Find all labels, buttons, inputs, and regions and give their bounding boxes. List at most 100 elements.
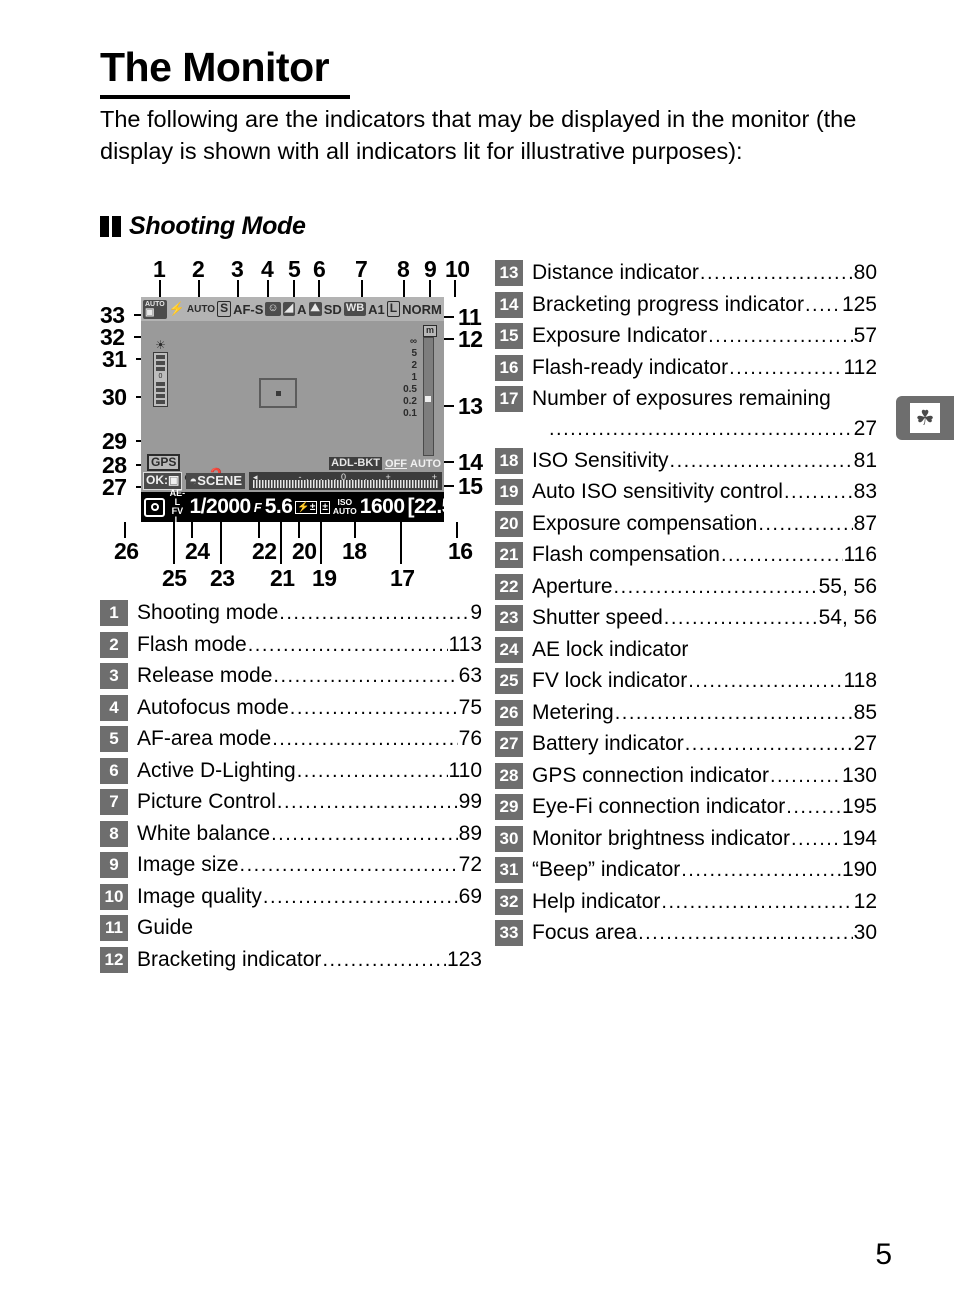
index-entry-label: Picture Control — [137, 790, 276, 813]
index-number-badge: 25 — [495, 668, 523, 694]
index-row: 31 “Beep” indicator......................… — [495, 855, 877, 885]
index-row: 27 Battery indicator.....................… — [495, 729, 877, 759]
monitor-diagram: 1 2 3 4 5 6 7 8 9 10 33 32 31 30 29 28 2… — [100, 258, 492, 590]
index-leader-dots: ........................................… — [804, 293, 841, 316]
index-row: 25 FV lock indicator.....................… — [495, 666, 877, 696]
index-entry: Number of exposures remaining...........… — [532, 384, 877, 444]
callout-30: 30 — [102, 384, 127, 410]
af-area-mode-icon: ☺ — [265, 302, 281, 316]
callout-9: 9 — [424, 256, 437, 282]
index-leader-dots: ........................................… — [699, 262, 853, 284]
index-number-badge: 30 — [495, 825, 523, 852]
guide-scene-button[interactable]: ◓SCENE — [186, 472, 245, 490]
leader-4 — [267, 280, 269, 297]
index-entry: Eye-Fi connection indicator.............… — [532, 792, 877, 822]
index-leader-dots: ........................................… — [663, 607, 818, 629]
index-page-number: 75 — [458, 695, 482, 719]
index-list-left: 1 Shooting mode..........................… — [100, 598, 482, 976]
index-row: 32 Help indicator........................… — [495, 887, 877, 917]
exposure-bar-graph — [253, 480, 438, 488]
callout-6: 6 — [313, 256, 326, 282]
distance-tick-2: 2 — [411, 360, 417, 371]
callout-18: 18 — [342, 538, 367, 564]
index-leader-dots: ........................................… — [289, 696, 458, 719]
index-page-number: 195 — [841, 795, 877, 818]
index-entry: “Beep” indicator........................… — [532, 855, 877, 885]
index-leader-dots: ........................................… — [296, 759, 448, 782]
index-page-number: 130 — [841, 763, 877, 787]
index-row: 2 Flash mode.............................… — [100, 630, 482, 660]
image-quality-label: NORM — [402, 301, 442, 317]
index-entry: Image size..............................… — [137, 850, 482, 880]
index-row: 14 Bracketing progress indicator.........… — [495, 290, 877, 320]
index-page-number: 12 — [853, 889, 877, 913]
callout-16: 16 — [448, 538, 473, 564]
index-row: 19 Auto ISO sensitivity control..........… — [495, 477, 877, 507]
leader-7 — [361, 280, 363, 297]
index-entry: Guide — [137, 913, 482, 943]
index-entry: Shooting mode...........................… — [137, 598, 482, 628]
index-page-number: 54, 56 — [818, 606, 877, 629]
status-bar: AE-L FV L 1/2000 F 5.6 ⚡± ± ISO AUTO 160… — [141, 489, 444, 522]
index-entry: Flash-ready indicator...................… — [532, 353, 877, 383]
callout-10: 10 — [445, 256, 470, 282]
leader-16 — [456, 522, 458, 538]
callout-19: 19 — [312, 565, 337, 591]
top-indicator-row: AUTO ▣ ⚡ AUTO S AF-S ☺ ◢ A ⛰ SD WB A1 L … — [141, 297, 444, 321]
callout-3: 3 — [231, 256, 244, 282]
gps-connection-indicator: GPS — [147, 453, 181, 471]
callout-20: 20 — [292, 538, 317, 564]
index-page-number: 69 — [458, 884, 482, 908]
section-bullet-icon — [100, 216, 121, 237]
guide-row: OK:▣ ◓SCENE ◂ - . . . . . 0 . . . . . + + — [143, 472, 442, 490]
index-entry-label: Image size — [137, 853, 239, 876]
index-page-number: 27 — [853, 732, 877, 755]
index-entry: Bracketing progress indicator...........… — [532, 290, 877, 320]
index-page-number: 55, 56 — [818, 574, 877, 598]
index-entry-label: GPS connection indicator — [532, 763, 769, 787]
index-entry: Flash mode..............................… — [137, 630, 482, 660]
index-number-badge: 29 — [495, 794, 523, 820]
index-entry-label: AE lock indicator — [532, 637, 689, 661]
index-row: 8 White balance..........................… — [100, 819, 482, 849]
index-number-badge: 21 — [495, 542, 523, 568]
index-row: 11 Guide — [100, 913, 482, 943]
shutter-speed-value: 1/2000 — [189, 495, 252, 518]
index-entry-label: Aperture — [532, 574, 613, 598]
index-row: 33 Focus area............................… — [495, 918, 877, 948]
index-row: 21 Flash compensation....................… — [495, 540, 877, 570]
index-row: 9 Image size.............................… — [100, 850, 482, 880]
index-leader-dots: ........................................… — [279, 602, 470, 624]
callout-5: 5 — [288, 256, 301, 282]
index-leader-dots: ........................................… — [247, 633, 448, 656]
index-entry-label: Number of exposures remaining — [532, 387, 831, 410]
autofocus-mode-icon: AF-S — [233, 301, 264, 317]
index-entry: Autofocus mode..........................… — [137, 693, 482, 723]
index-page-number: 190 — [841, 858, 877, 881]
monitor-body: ☀ 0 GPS ◐ ♪ ❓ m — [141, 321, 444, 492]
flash-compensation-icon: ⚡± — [295, 500, 318, 514]
leader-18 — [354, 522, 356, 538]
index-row: 24 AE lock indicator — [495, 635, 877, 665]
index-number-badge: 28 — [495, 762, 523, 789]
index-leader-dots: ........................................… — [758, 512, 852, 535]
index-leader-dots: ........................................… — [276, 791, 458, 813]
index-number-badge: 10 — [100, 883, 128, 910]
distance-scale-labels: ∞ 5 2 1 0.5 0.2 0.1 — [391, 337, 417, 419]
index-row: 3 Release mode...........................… — [100, 661, 482, 691]
index-page-number: 85 — [853, 700, 877, 724]
index-leader-dots: ........................................… — [783, 481, 853, 503]
index-entry-label: ISO Sensitivity — [532, 448, 669, 472]
index-page-number: 80 — [853, 261, 877, 284]
index-page-number: 116 — [843, 543, 877, 566]
callout-8: 8 — [397, 256, 410, 282]
index-leader-dots: ........................................… — [681, 859, 841, 881]
leader-24 — [191, 522, 193, 538]
index-entry-label: Distance indicator — [532, 261, 699, 284]
white-balance-icon: WB — [343, 302, 367, 316]
index-page-number: 123 — [446, 947, 482, 971]
exposure-compensation-icon: ± — [320, 500, 330, 514]
index-page-number: 194 — [841, 826, 877, 850]
index-number-badge: 31 — [495, 857, 523, 883]
index-row: 12 Bracketing indicator..................… — [100, 945, 482, 975]
